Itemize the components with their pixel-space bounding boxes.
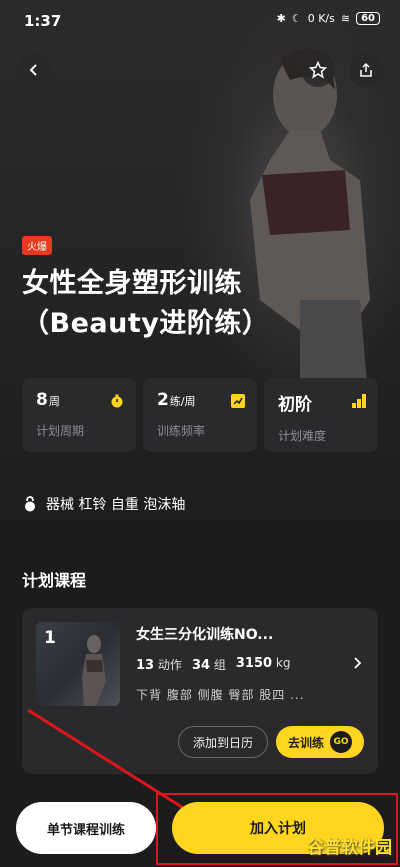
- share-icon: [360, 62, 372, 77]
- status-time: 1:37: [24, 12, 62, 30]
- course-weight: 3150: [235, 656, 273, 671]
- star-icon: [309, 61, 327, 79]
- hero-figure-image: [250, 48, 370, 420]
- stat-difficulty-label: 计划难度: [278, 429, 327, 443]
- signal-icon: ✱: [276, 12, 286, 25]
- battery-icon: 60: [356, 12, 380, 25]
- chevron-right-icon[interactable]: [352, 656, 364, 670]
- chevron-left-icon: [29, 64, 37, 76]
- course-name: 女生三分化训练NO...: [136, 627, 274, 643]
- single-course-button[interactable]: 单节课程训练: [16, 802, 156, 854]
- status-bar: 1:37 ✱ ☾ 0 K/s ≋ 60: [0, 0, 400, 40]
- equipment-row: 器械 杠铃 自重 泡沫轴: [22, 494, 185, 514]
- stat-duration-unit: 周: [48, 395, 60, 408]
- go-train-button[interactable]: 去训练 GO: [276, 726, 364, 758]
- title-line-2: （Beauty进阶练）: [22, 308, 270, 339]
- watermark-text: 谷普软件园: [307, 838, 392, 858]
- course-stats: 13 动作 34 组 3150 kg: [136, 656, 290, 673]
- course-sets-count: 34: [191, 658, 211, 673]
- stat-frequency-unit: 练/周: [169, 395, 196, 408]
- difficulty-bars-icon: [352, 394, 366, 408]
- course-actions-count: 13: [136, 658, 155, 673]
- course-thumbnail: 1: [36, 622, 120, 706]
- kettlebell-icon: [25, 496, 35, 512]
- go-train-label: 去训练: [287, 735, 324, 750]
- stat-duration-label: 计划周期: [36, 424, 85, 438]
- stopwatch-icon: [111, 394, 123, 408]
- hot-badge: 火爆: [22, 236, 52, 255]
- page-title: 女性全身塑形训练 （Beauty进阶练）: [22, 264, 382, 344]
- equipment-list: 器械 杠铃 自重 泡沫轴: [46, 497, 186, 513]
- network-speed: 0 K/s: [307, 12, 335, 25]
- title-line-1: 女性全身塑形训练: [22, 268, 242, 299]
- stat-card-frequency: 2练/周 训练频率: [143, 378, 257, 452]
- course-actions-unit: 动作: [157, 658, 182, 672]
- chart-trend-icon: [231, 394, 245, 408]
- stat-card-duration: 8周 计划周期: [22, 378, 136, 452]
- stat-frequency-value: 2: [157, 390, 169, 410]
- section-title-courses: 计划课程: [22, 571, 87, 590]
- stat-card-difficulty: 初阶 计划难度: [264, 378, 378, 452]
- favorite-button[interactable]: [301, 53, 335, 87]
- moon-icon: ☾: [291, 12, 302, 25]
- wifi-icon: ≋: [340, 12, 351, 25]
- go-badge: GO: [330, 731, 352, 753]
- status-icons: ✱ ☾ 0 K/s ≋ 60: [277, 12, 380, 25]
- back-button[interactable]: [17, 53, 51, 87]
- course-weight-unit: kg: [275, 656, 291, 670]
- stat-difficulty-value: 初阶: [278, 395, 312, 415]
- stat-frequency-label: 训练频率: [157, 424, 206, 438]
- course-number: 1: [44, 628, 56, 648]
- share-button[interactable]: [349, 53, 383, 87]
- course-sets-unit: 组: [213, 658, 226, 672]
- stat-duration-value: 8: [36, 390, 48, 410]
